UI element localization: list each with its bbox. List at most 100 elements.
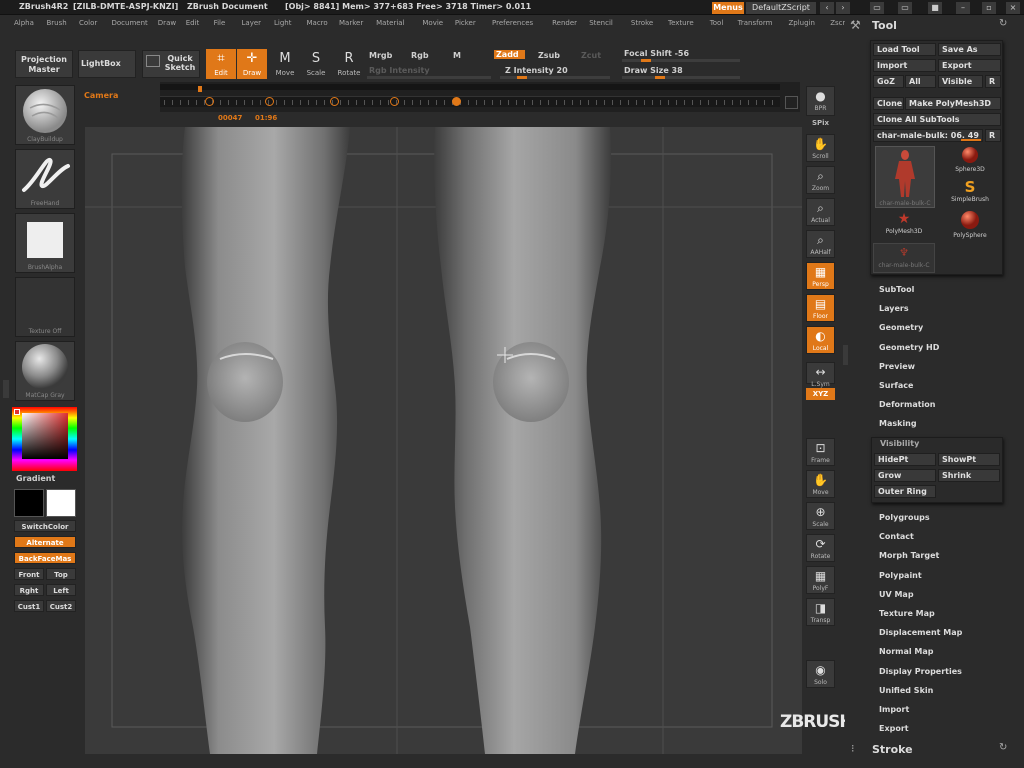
section-layers[interactable]: Layers bbox=[879, 304, 909, 313]
document-canvas[interactable] bbox=[85, 127, 802, 754]
color-picker-marker[interactable] bbox=[14, 409, 20, 415]
zoom-button[interactable]: ⌕ Zoom bbox=[806, 166, 835, 194]
stroke-palette-title[interactable]: Stroke bbox=[872, 743, 913, 756]
bpr-button[interactable]: ● BPR bbox=[806, 86, 835, 116]
texture-thumbnail[interactable]: Texture Off bbox=[15, 277, 75, 337]
menu-texture[interactable]: Texture bbox=[668, 19, 694, 27]
focal-shift-track[interactable] bbox=[622, 59, 740, 62]
solo-button[interactable]: ◉ Solo bbox=[806, 660, 835, 688]
menu-marker[interactable]: Marker bbox=[339, 19, 363, 27]
persp-button[interactable]: ▦ Persp bbox=[806, 262, 835, 290]
scroll-button[interactable]: ✋ Scroll bbox=[806, 134, 835, 162]
aahalf-button[interactable]: ⌕ AAHalf bbox=[806, 230, 835, 258]
section-display-properties[interactable]: Display Properties bbox=[879, 667, 962, 676]
simplebrush-tool[interactable]: S SimpleBrush bbox=[947, 178, 993, 208]
timeline-cursor[interactable] bbox=[198, 86, 202, 92]
material-thumbnail[interactable]: MatCap Gray bbox=[15, 341, 75, 401]
section-deformation[interactable]: Deformation bbox=[879, 400, 935, 409]
minimize-icon[interactable]: – bbox=[956, 2, 970, 14]
rgb-button[interactable]: Rgb bbox=[411, 51, 429, 60]
menus-toggle-button[interactable]: Menus bbox=[712, 2, 744, 14]
timeline-keyframe[interactable] bbox=[265, 97, 274, 106]
color-picker-square[interactable] bbox=[22, 413, 68, 459]
goz-visible-button[interactable]: Visible bbox=[938, 75, 983, 88]
lock-icon[interactable]: ■ bbox=[928, 2, 942, 14]
visibility-title[interactable]: Visibility bbox=[880, 439, 919, 448]
stroke-refresh-icon[interactable]: ↻ bbox=[999, 742, 1007, 753]
section-morph-target[interactable]: Morph Target bbox=[879, 551, 939, 560]
sphere3d-tool[interactable]: Sphere3D bbox=[947, 146, 993, 176]
timeline-scrub-track[interactable] bbox=[160, 84, 780, 92]
z-intensity-track[interactable] bbox=[500, 76, 610, 79]
timeline-end-button[interactable] bbox=[785, 96, 798, 109]
xyz-button[interactable]: XYZ bbox=[806, 388, 835, 400]
secondary-color-swatch[interactable] bbox=[46, 489, 76, 517]
refresh-icon[interactable]: ↻ bbox=[999, 18, 1007, 29]
actual-button[interactable]: ⌕ Actual bbox=[806, 198, 835, 226]
alpha-thumbnail[interactable]: BrushAlpha bbox=[15, 213, 75, 273]
section-texture-map[interactable]: Texture Map bbox=[879, 609, 935, 618]
layout-icon[interactable]: ▭ bbox=[870, 2, 884, 14]
save-as-button[interactable]: Save As bbox=[938, 43, 1001, 56]
clone-all-subtools-button[interactable]: Clone All SubTools bbox=[873, 113, 1001, 126]
menu-stencil[interactable]: Stencil bbox=[589, 19, 613, 27]
clone-button[interactable]: Clone bbox=[873, 97, 904, 110]
menu-layer[interactable]: Layer bbox=[242, 19, 262, 27]
polysphere-tool[interactable]: PolySphere bbox=[947, 210, 993, 240]
projection-master-button[interactable]: Projection Master bbox=[15, 50, 73, 78]
shrink-button[interactable]: Shrink bbox=[938, 469, 1000, 482]
menu-color[interactable]: Color bbox=[79, 19, 97, 27]
lightbox-button[interactable]: LightBox bbox=[78, 50, 136, 78]
draw-size-track[interactable] bbox=[622, 76, 740, 79]
goz-r-button[interactable]: R bbox=[985, 75, 1001, 88]
timeline-keyframe[interactable] bbox=[330, 97, 339, 106]
primary-color-swatch[interactable] bbox=[14, 489, 44, 517]
custom1-view-button[interactable]: Cust1 bbox=[14, 600, 44, 612]
section-subtool[interactable]: SubTool bbox=[879, 285, 914, 294]
subtool-thumbnail-2[interactable]: ♆ char-male-bulk-C bbox=[873, 243, 935, 273]
menu-stroke[interactable]: Stroke bbox=[631, 19, 653, 27]
menu-zplugin[interactable]: Zplugin bbox=[789, 19, 815, 27]
left-tray-handle[interactable] bbox=[3, 380, 9, 398]
edit-button[interactable]: ⌗ Edit bbox=[206, 49, 236, 79]
section-export[interactable]: Export bbox=[879, 724, 909, 733]
section-polypaint[interactable]: Polypaint bbox=[879, 571, 922, 580]
polyf-button[interactable]: ▦ PolyF bbox=[806, 566, 835, 594]
section-displacement-map[interactable]: Displacement Map bbox=[879, 628, 962, 637]
close-icon[interactable]: × bbox=[1006, 2, 1020, 14]
move-button[interactable]: ✋ Move bbox=[806, 470, 835, 498]
outer-ring-button[interactable]: Outer Ring bbox=[874, 485, 936, 498]
left-view-button[interactable]: Left bbox=[46, 584, 76, 596]
timeline-keyframe[interactable] bbox=[452, 97, 461, 106]
backface-mask-button[interactable]: BackFaceMas bbox=[14, 552, 76, 564]
mrgb-button[interactable]: Mrgb bbox=[369, 51, 392, 60]
z-intensity-slider[interactable]: Z Intensity 20 bbox=[505, 66, 568, 75]
scale-button[interactable]: ⊕ Scale bbox=[806, 502, 835, 530]
section-unified-skin[interactable]: Unified Skin bbox=[879, 686, 933, 695]
menu-transform[interactable]: Transform bbox=[738, 19, 773, 27]
menu-macro[interactable]: Macro bbox=[307, 19, 328, 27]
rgb-intensity-slider[interactable]: Rgb Intensity bbox=[369, 66, 430, 75]
focal-shift-slider[interactable]: Focal Shift -56 bbox=[624, 49, 689, 58]
menu-file[interactable]: File bbox=[214, 19, 226, 27]
spix-button[interactable]: SPix bbox=[806, 118, 835, 128]
switch-color-button[interactable]: SwitchColor bbox=[14, 520, 76, 532]
arrow-right-icon[interactable]: › bbox=[836, 2, 850, 14]
goz-button[interactable]: GoZ bbox=[873, 75, 904, 88]
section-contact[interactable]: Contact bbox=[879, 532, 914, 541]
maximize-icon[interactable]: ▫ bbox=[982, 2, 996, 14]
menu-render[interactable]: Render bbox=[552, 19, 577, 27]
default-zscript-button[interactable]: DefaultZScript bbox=[746, 2, 816, 14]
custom2-view-button[interactable]: Cust2 bbox=[46, 600, 76, 612]
right-view-button[interactable]: Rght bbox=[14, 584, 44, 596]
section-polygroups[interactable]: Polygroups bbox=[879, 513, 930, 522]
menu-light[interactable]: Light bbox=[274, 19, 291, 27]
make-polymesh-button[interactable]: Make PolyMesh3D bbox=[905, 97, 1001, 110]
section-normal-map[interactable]: Normal Map bbox=[879, 647, 933, 656]
scale-button[interactable]: S Scale bbox=[301, 49, 331, 79]
gradient-label[interactable]: Gradient bbox=[16, 474, 55, 483]
timeline[interactable] bbox=[160, 82, 800, 112]
right-tray-handle[interactable] bbox=[843, 345, 848, 365]
goz-all-button[interactable]: All bbox=[905, 75, 936, 88]
menu-movie[interactable]: Movie bbox=[422, 19, 443, 27]
